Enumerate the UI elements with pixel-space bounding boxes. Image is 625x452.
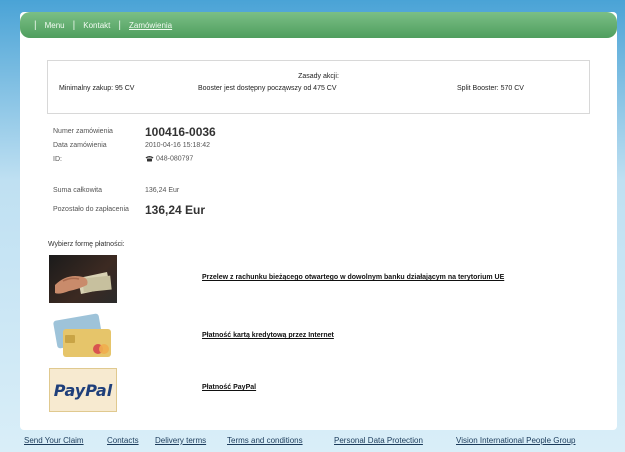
nav-item-zamowienia[interactable]: Zamówienia	[129, 21, 172, 30]
nav-separator: |	[118, 19, 121, 31]
footer-link-vision-international[interactable]: Vision International People Group	[456, 436, 576, 445]
remaining-label: Pozostało do zapłacenia	[53, 206, 129, 213]
order-number-value: 100416-0036	[145, 125, 216, 139]
order-id-row: 048-080797	[145, 155, 193, 162]
credit-card-link[interactable]: Płatność kartą kredytową przez Internet	[202, 332, 334, 339]
credit-cards-icon	[53, 313, 111, 357]
top-nav: | Menu | Kontakt | Zamówienia	[20, 12, 617, 38]
order-date-label: Data zamówienia	[53, 142, 107, 149]
order-number-label: Numer zamówienia	[53, 128, 113, 135]
rules-title: Zasady akcji:	[298, 73, 339, 80]
paypal-link[interactable]: Płatność PayPal	[202, 384, 256, 391]
hand-with-banknotes-icon	[55, 272, 112, 294]
promo-rules-box: Zasady akcji: Minimalny zakup: 95 CV Boo…	[47, 60, 590, 114]
total-label: Suma całkowita	[53, 187, 103, 194]
footer-link-data-protection[interactable]: Personal Data Protection	[334, 436, 423, 445]
rule-split-booster: Split Booster: 570 CV	[457, 85, 524, 92]
order-id-value: 048-080797	[155, 155, 194, 163]
paypal-logo-text: PayPal	[53, 380, 113, 400]
nav-item-menu[interactable]: Menu	[45, 21, 65, 30]
footer-link-delivery-terms[interactable]: Delivery terms	[155, 436, 206, 445]
footer-links: Send Your Claim Contacts Delivery terms …	[0, 436, 625, 448]
rule-booster: Booster jest dostępny począwszy od 475 C…	[198, 85, 337, 92]
footer-link-terms-conditions[interactable]: Terms and conditions	[227, 436, 303, 445]
nav-separator: |	[72, 19, 76, 31]
remaining-value: 136,24 Eur	[145, 203, 206, 217]
nav-item-kontakt[interactable]: Kontakt	[83, 21, 110, 30]
credit-cards-image[interactable]	[49, 313, 117, 363]
phone-icon	[145, 156, 154, 162]
paypal-logo[interactable]: PayPal	[49, 368, 117, 412]
footer-link-send-claim[interactable]: Send Your Claim	[24, 436, 84, 445]
nav-separator: |	[34, 19, 37, 31]
total-value: 136,24 Eur	[145, 187, 180, 194]
payment-heading: Wybierz formę płatności:	[48, 241, 125, 248]
bank-transfer-link[interactable]: Przelew z rachunku bieżącego otwartego w…	[202, 274, 504, 281]
page-card: | Menu | Kontakt | Zamówienia Zasady akc…	[20, 12, 617, 430]
order-id-label: ID:	[53, 156, 62, 163]
rule-min-purchase: Minimalny zakup: 95 CV	[59, 85, 135, 92]
bank-transfer-photo[interactable]	[49, 255, 117, 303]
footer-link-contacts[interactable]: Contacts	[107, 436, 139, 445]
order-date-value: 2010-04-16 15:18:42	[145, 142, 210, 149]
